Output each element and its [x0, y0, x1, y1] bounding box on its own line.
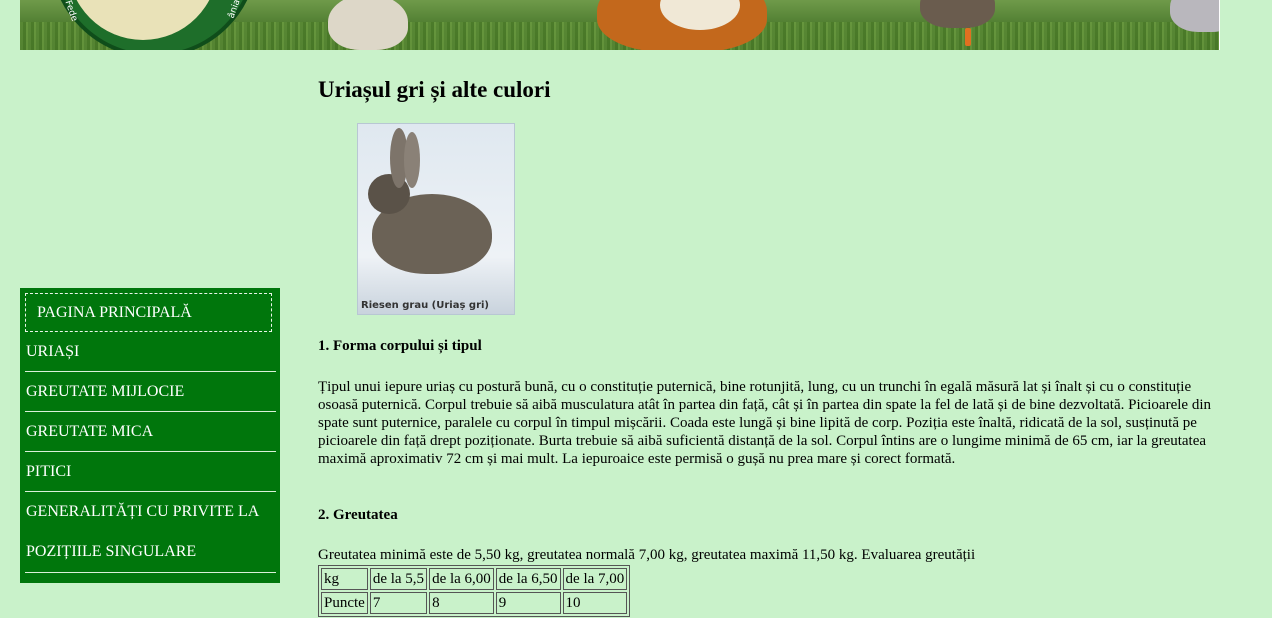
duck-leg: [965, 28, 971, 46]
table-cell: 10: [562, 592, 628, 614]
rabbit-ear: [404, 132, 420, 188]
table-row: Puncte 7 8 9 10: [321, 592, 628, 614]
sidebar-nav: PAGINA PRINCIPALĂ URIAȘI GREUTATE MIJLOC…: [20, 288, 280, 583]
nav-item-home[interactable]: PAGINA PRINCIPALĂ: [25, 293, 272, 332]
rabbit-photo: Riesen grau (Uriaș gri): [357, 123, 515, 315]
table-row: kg de la 5,5 de la 6,00 de la 6,50 de la…: [321, 568, 628, 590]
table-cell: kg: [321, 568, 368, 590]
weight-table: kg de la 5,5 de la 6,00 de la 6,50 de la…: [318, 565, 631, 617]
page-title: Uriașul gri și alte culori: [318, 77, 551, 102]
table-cell: 9: [495, 592, 561, 614]
table-cell: de la 7,00: [562, 568, 628, 590]
header-banner: Fede ânia: [20, 0, 1220, 50]
table-cell: de la 5,5: [369, 568, 428, 590]
table-cell: 8: [429, 592, 494, 614]
nav-item-greutate-mijlocie[interactable]: GREUTATE MIJLOCIE: [25, 372, 276, 412]
table-cell: Puncte: [321, 592, 368, 614]
table-cell: de la 6,50: [495, 568, 561, 590]
table-cell: de la 6,00: [429, 568, 494, 590]
main-content: Uriașul gri și alte culori Riesen grau (…: [318, 75, 1218, 617]
nav-item-uriasi[interactable]: URIAȘI: [25, 332, 276, 372]
nav-item-pitici[interactable]: PITICI: [25, 452, 276, 492]
photo-caption: Riesen grau (Uriaș gri): [361, 300, 490, 311]
nav-item-generalitati[interactable]: GENERALITĂȚI CU PRIVITE LA POZIȚIILE SIN…: [25, 492, 276, 573]
nav-item-greutate-mica[interactable]: GREUTATE MICA: [25, 412, 276, 452]
section-title-weight: 2. Greutatea: [318, 507, 398, 523]
rabbit-image: [328, 0, 408, 50]
section-text-weight: Greutatea minimă este de 5,50 kg, greuta…: [318, 547, 976, 563]
section-text-body-form: Țipul unui iepure uriaș cu postură bună,…: [318, 379, 1211, 467]
table-cell: 7: [369, 592, 428, 614]
section-title-body-form: 1. Forma corpului și tipul: [318, 338, 482, 354]
